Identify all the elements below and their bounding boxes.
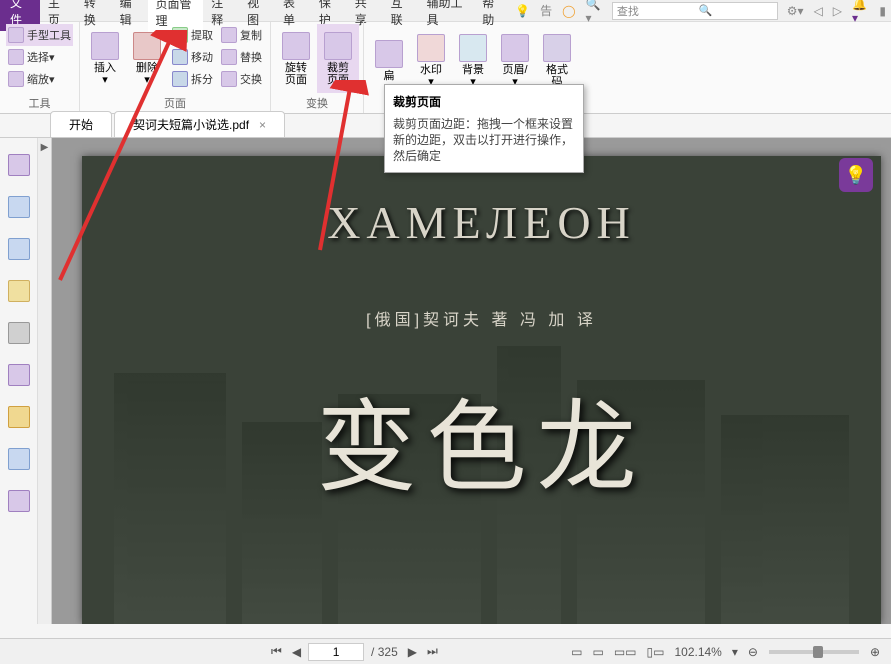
- next-page-icon[interactable]: ▶: [403, 645, 422, 659]
- zoom-label: 102.14%: [669, 645, 726, 659]
- zoom-in-icon[interactable]: ⊕: [865, 645, 885, 659]
- swap-button[interactable]: 交换: [219, 68, 264, 90]
- tab-document-label: 契诃夫短篇小说选.pdf: [133, 116, 249, 133]
- signature-icon[interactable]: [8, 490, 30, 512]
- workspace: ▶ ХАМЕЛЕОН [俄国]契诃夫 著 冯 加 译 变色龙 💡: [0, 138, 891, 624]
- nav-prev-icon[interactable]: ◁: [809, 4, 828, 18]
- nav-next-icon[interactable]: ▷: [828, 4, 847, 18]
- select-tool[interactable]: 选择 ▾: [6, 46, 73, 68]
- last-page-icon[interactable]: ⏭: [422, 644, 443, 659]
- search-toolbar-icon[interactable]: 🔍▾: [581, 0, 608, 25]
- layout-single-icon[interactable]: ▭: [566, 645, 587, 659]
- hint-bulb-icon[interactable]: 💡: [839, 158, 873, 192]
- copy-button[interactable]: 复制: [219, 24, 264, 46]
- zoom-slider[interactable]: [769, 650, 859, 654]
- layers-icon[interactable]: [8, 238, 30, 260]
- tab-start[interactable]: 开始: [50, 111, 112, 137]
- ribbon-group-page-label: 页面: [84, 93, 266, 111]
- search-placeholder: 查找: [613, 3, 695, 19]
- links-icon[interactable]: [8, 364, 30, 386]
- rotate-page-button[interactable]: 旋转 页面: [275, 24, 317, 93]
- search-icon[interactable]: 🔍: [695, 4, 777, 17]
- search-box[interactable]: 查找 🔍: [612, 2, 778, 20]
- tab-document[interactable]: 契诃夫短篇小说选.pdf ×: [114, 111, 285, 137]
- tab-close-icon[interactable]: ×: [259, 118, 266, 132]
- delete-page-button[interactable]: 删除▾: [126, 24, 168, 93]
- settings-icon[interactable]: ⚙▾: [782, 4, 809, 18]
- comments-icon[interactable]: [8, 280, 30, 302]
- window-min-icon[interactable]: ▮: [874, 4, 891, 18]
- zoom-dropdown-icon[interactable]: ▾: [727, 645, 743, 659]
- cover-latin-title: ХАМЕЛЕОН: [82, 196, 881, 249]
- ribbon-group-transform-label: 变换: [275, 93, 359, 111]
- insert-page-button[interactable]: 插入▾: [84, 24, 126, 93]
- status-bar: ⏮ ◀ 1 / 325 ▶ ⏭ ▭ ▭ ▭▭ ▯▭ 102.14% ▾ ⊖ ⊕: [0, 638, 891, 664]
- hand-tool[interactable]: 手型工具: [6, 24, 73, 46]
- zoom-out-icon[interactable]: ⊖: [743, 645, 763, 659]
- fields-icon[interactable]: [8, 448, 30, 470]
- ribbon-group-transform: 旋转 页面 裁剪 页面 变换: [271, 22, 364, 113]
- tell-me-label: 告: [535, 2, 557, 19]
- extract-button[interactable]: 提取: [170, 24, 215, 46]
- security-icon[interactable]: [8, 406, 30, 428]
- layout-cover-icon[interactable]: ▯▭: [642, 645, 670, 659]
- bookmarks-icon[interactable]: [8, 196, 30, 218]
- move-button[interactable]: 移动: [170, 46, 215, 68]
- bell-icon[interactable]: 🔔▾: [847, 0, 874, 25]
- ribbon-group-page: 插入▾ 删除▾ 提取 移动 拆分 复制 替换 交换 页面: [80, 22, 271, 113]
- replace-button[interactable]: 替换: [219, 46, 264, 68]
- prev-page-icon[interactable]: ◀: [287, 645, 306, 659]
- pages-panel-icon[interactable]: [8, 154, 30, 176]
- zoom-tool[interactable]: 缩放 ▾: [6, 68, 73, 90]
- layout-continuous-icon[interactable]: ▭: [587, 645, 608, 659]
- tooltip-title: 裁剪页面: [393, 93, 575, 110]
- zoom-slider-thumb[interactable]: [813, 646, 823, 658]
- document-view[interactable]: ХАМЕЛЕОН [俄国]契诃夫 著 冯 加 译 变色龙 💡: [52, 138, 891, 624]
- ribbon-group-tools: 手型工具 选择 ▾ 缩放 ▾ 工具: [0, 22, 80, 113]
- panel-expand-handle[interactable]: ▶: [38, 138, 52, 624]
- star-icon[interactable]: ◯: [557, 4, 580, 18]
- ribbon-group-tools-label: 工具: [4, 93, 75, 111]
- cover-author: [俄国]契诃夫 著 冯 加 译: [82, 306, 881, 330]
- side-toolbar: [0, 138, 38, 624]
- first-page-icon[interactable]: ⏮: [266, 644, 287, 659]
- page-total: / 325: [366, 645, 403, 659]
- pdf-page: ХАМЕЛЕОН [俄国]契诃夫 著 冯 加 译 变色龙: [82, 156, 881, 624]
- layout-facing-icon[interactable]: ▭▭: [609, 645, 642, 659]
- split-button[interactable]: 拆分: [170, 68, 215, 90]
- menu-bar: 文件 主页 转换 编辑 页面管理 注释 视图 表单 保护 共享 互联 辅助工具 …: [0, 0, 891, 22]
- tell-me-icon[interactable]: 💡: [510, 4, 535, 18]
- tooltip-body: 裁剪页面边距：拖拽一个框来设置新的边距，双击以打开进行操作，然后确定: [393, 116, 575, 164]
- cover-title: 变色龙: [82, 366, 881, 511]
- page-number-input[interactable]: 1: [308, 643, 364, 661]
- crop-tooltip: 裁剪页面 裁剪页面边距：拖拽一个框来设置新的边距，双击以打开进行操作，然后确定: [384, 84, 584, 173]
- attachments-icon[interactable]: [8, 322, 30, 344]
- crop-page-button[interactable]: 裁剪 页面: [317, 24, 359, 93]
